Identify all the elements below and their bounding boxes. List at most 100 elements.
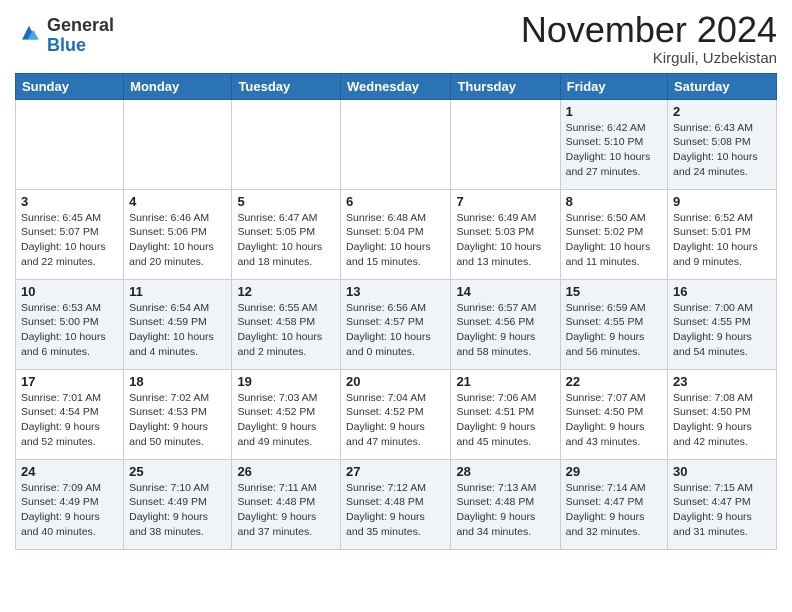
- header: General Blue November 2024 Kirguli, Uzbe…: [15, 10, 777, 67]
- calendar-header-row: SundayMondayTuesdayWednesdayThursdayFrid…: [16, 73, 777, 99]
- calendar-cell: 18 Sunrise: 7:02 AM Sunset: 4:53 PM Dayli…: [124, 369, 232, 459]
- calendar-cell: 12 Sunrise: 6:55 AM Sunset: 4:58 PM Dayli…: [232, 279, 341, 369]
- day-number: 19: [237, 374, 335, 389]
- page: General Blue November 2024 Kirguli, Uzbe…: [0, 0, 792, 560]
- day-info: Sunrise: 7:08 AM Sunset: 4:50 PM Dayligh…: [673, 391, 771, 450]
- day-info: Sunrise: 6:52 AM Sunset: 5:01 PM Dayligh…: [673, 211, 771, 270]
- day-number: 14: [456, 284, 554, 299]
- calendar-cell: 15 Sunrise: 6:59 AM Sunset: 4:55 PM Dayli…: [560, 279, 667, 369]
- calendar-week-5: 24Sunrise: 7:09 AM Sunset: 4:49 PM Dayli…: [16, 459, 777, 549]
- day-number: 22: [566, 374, 662, 389]
- day-number: 2: [673, 104, 771, 119]
- day-info: Sunrise: 6:55 AM Sunset: 4:58 PM Dayligh…: [237, 301, 335, 360]
- day-number: 29: [566, 464, 662, 479]
- calendar-cell: 20 Sunrise: 7:04 AM Sunset: 4:52 PM Dayli…: [341, 369, 451, 459]
- calendar-cell: 26 Sunrise: 7:11 AM Sunset: 4:48 PM Dayli…: [232, 459, 341, 549]
- day-number: 12: [237, 284, 335, 299]
- logo-general: General: [47, 15, 114, 35]
- weekday-header-tuesday: Tuesday: [232, 73, 341, 99]
- calendar-cell: 2 Sunrise: 6:43 AM Sunset: 5:08 PM Daylig…: [668, 99, 777, 189]
- day-number: 20: [346, 374, 445, 389]
- weekday-header-sunday: Sunday: [16, 73, 124, 99]
- day-number: 3: [21, 194, 118, 209]
- calendar-cell: 24Sunrise: 7:09 AM Sunset: 4:49 PM Dayli…: [16, 459, 124, 549]
- day-number: 26: [237, 464, 335, 479]
- calendar-cell: 21 Sunrise: 7:06 AM Sunset: 4:51 PM Dayli…: [451, 369, 560, 459]
- calendar-cell: 5 Sunrise: 6:47 AM Sunset: 5:05 PM Daylig…: [232, 189, 341, 279]
- day-info: Sunrise: 6:42 AM Sunset: 5:10 PM Dayligh…: [566, 121, 662, 180]
- day-info: Sunrise: 7:11 AM Sunset: 4:48 PM Dayligh…: [237, 481, 335, 540]
- day-number: 28: [456, 464, 554, 479]
- day-number: 30: [673, 464, 771, 479]
- day-number: 27: [346, 464, 445, 479]
- day-number: 7: [456, 194, 554, 209]
- calendar-cell: 9 Sunrise: 6:52 AM Sunset: 5:01 PM Daylig…: [668, 189, 777, 279]
- month-title: November 2024: [521, 10, 777, 50]
- calendar-cell: [451, 99, 560, 189]
- calendar-cell: 23Sunrise: 7:08 AM Sunset: 4:50 PM Dayli…: [668, 369, 777, 459]
- day-number: 15: [566, 284, 662, 299]
- calendar-week-2: 3Sunrise: 6:45 AM Sunset: 5:07 PM Daylig…: [16, 189, 777, 279]
- day-info: Sunrise: 6:43 AM Sunset: 5:08 PM Dayligh…: [673, 121, 771, 180]
- logo-text: General Blue: [47, 16, 114, 56]
- day-number: 10: [21, 284, 118, 299]
- calendar-cell: 10 Sunrise: 6:53 AM Sunset: 5:00 PM Dayli…: [16, 279, 124, 369]
- calendar-cell: [341, 99, 451, 189]
- calendar-cell: 7 Sunrise: 6:49 AM Sunset: 5:03 PM Daylig…: [451, 189, 560, 279]
- day-number: 18: [129, 374, 226, 389]
- day-info: Sunrise: 7:14 AM Sunset: 4:47 PM Dayligh…: [566, 481, 662, 540]
- calendar-cell: 29 Sunrise: 7:14 AM Sunset: 4:47 PM Dayli…: [560, 459, 667, 549]
- day-number: 16: [673, 284, 771, 299]
- calendar-cell: 25Sunrise: 7:10 AM Sunset: 4:49 PM Dayli…: [124, 459, 232, 549]
- day-info: Sunrise: 6:48 AM Sunset: 5:04 PM Dayligh…: [346, 211, 445, 270]
- day-info: Sunrise: 7:03 AM Sunset: 4:52 PM Dayligh…: [237, 391, 335, 450]
- day-number: 13: [346, 284, 445, 299]
- weekday-header-friday: Friday: [560, 73, 667, 99]
- calendar-cell: 19 Sunrise: 7:03 AM Sunset: 4:52 PM Dayli…: [232, 369, 341, 459]
- calendar-cell: 22 Sunrise: 7:07 AM Sunset: 4:50 PM Dayli…: [560, 369, 667, 459]
- day-info: Sunrise: 7:09 AM Sunset: 4:49 PM Dayligh…: [21, 481, 118, 540]
- calendar-cell: 30Sunrise: 7:15 AM Sunset: 4:47 PM Dayli…: [668, 459, 777, 549]
- day-number: 9: [673, 194, 771, 209]
- weekday-header-saturday: Saturday: [668, 73, 777, 99]
- calendar-cell: 11Sunrise: 6:54 AM Sunset: 4:59 PM Dayli…: [124, 279, 232, 369]
- day-info: Sunrise: 6:53 AM Sunset: 5:00 PM Dayligh…: [21, 301, 118, 360]
- calendar-cell: 17Sunrise: 7:01 AM Sunset: 4:54 PM Dayli…: [16, 369, 124, 459]
- calendar-week-4: 17Sunrise: 7:01 AM Sunset: 4:54 PM Dayli…: [16, 369, 777, 459]
- calendar-cell: 6 Sunrise: 6:48 AM Sunset: 5:04 PM Daylig…: [341, 189, 451, 279]
- day-info: Sunrise: 6:49 AM Sunset: 5:03 PM Dayligh…: [456, 211, 554, 270]
- calendar-week-3: 10 Sunrise: 6:53 AM Sunset: 5:00 PM Dayli…: [16, 279, 777, 369]
- calendar-table: SundayMondayTuesdayWednesdayThursdayFrid…: [15, 73, 777, 550]
- weekday-header-thursday: Thursday: [451, 73, 560, 99]
- location: Kirguli, Uzbekistan: [521, 50, 777, 67]
- logo: General Blue: [15, 16, 114, 56]
- calendar-cell: 3Sunrise: 6:45 AM Sunset: 5:07 PM Daylig…: [16, 189, 124, 279]
- day-info: Sunrise: 6:57 AM Sunset: 4:56 PM Dayligh…: [456, 301, 554, 360]
- day-info: Sunrise: 6:50 AM Sunset: 5:02 PM Dayligh…: [566, 211, 662, 270]
- calendar-cell: [232, 99, 341, 189]
- calendar-cell: [124, 99, 232, 189]
- day-info: Sunrise: 6:47 AM Sunset: 5:05 PM Dayligh…: [237, 211, 335, 270]
- day-info: Sunrise: 7:02 AM Sunset: 4:53 PM Dayligh…: [129, 391, 226, 450]
- day-number: 25: [129, 464, 226, 479]
- day-info: Sunrise: 7:04 AM Sunset: 4:52 PM Dayligh…: [346, 391, 445, 450]
- calendar-cell: 27 Sunrise: 7:12 AM Sunset: 4:48 PM Dayli…: [341, 459, 451, 549]
- calendar-week-1: 1 Sunrise: 6:42 AM Sunset: 5:10 PM Daylig…: [16, 99, 777, 189]
- day-info: Sunrise: 7:12 AM Sunset: 4:48 PM Dayligh…: [346, 481, 445, 540]
- day-info: Sunrise: 6:59 AM Sunset: 4:55 PM Dayligh…: [566, 301, 662, 360]
- day-number: 6: [346, 194, 445, 209]
- weekday-header-monday: Monday: [124, 73, 232, 99]
- day-number: 17: [21, 374, 118, 389]
- title-block: November 2024 Kirguli, Uzbekistan: [521, 10, 777, 67]
- day-info: Sunrise: 7:13 AM Sunset: 4:48 PM Dayligh…: [456, 481, 554, 540]
- calendar-cell: 8Sunrise: 6:50 AM Sunset: 5:02 PM Daylig…: [560, 189, 667, 279]
- day-number: 21: [456, 374, 554, 389]
- day-info: Sunrise: 6:46 AM Sunset: 5:06 PM Dayligh…: [129, 211, 226, 270]
- calendar-cell: 13 Sunrise: 6:56 AM Sunset: 4:57 PM Dayli…: [341, 279, 451, 369]
- day-number: 11: [129, 284, 226, 299]
- day-info: Sunrise: 6:56 AM Sunset: 4:57 PM Dayligh…: [346, 301, 445, 360]
- day-info: Sunrise: 7:07 AM Sunset: 4:50 PM Dayligh…: [566, 391, 662, 450]
- day-info: Sunrise: 7:06 AM Sunset: 4:51 PM Dayligh…: [456, 391, 554, 450]
- day-number: 5: [237, 194, 335, 209]
- day-number: 1: [566, 104, 662, 119]
